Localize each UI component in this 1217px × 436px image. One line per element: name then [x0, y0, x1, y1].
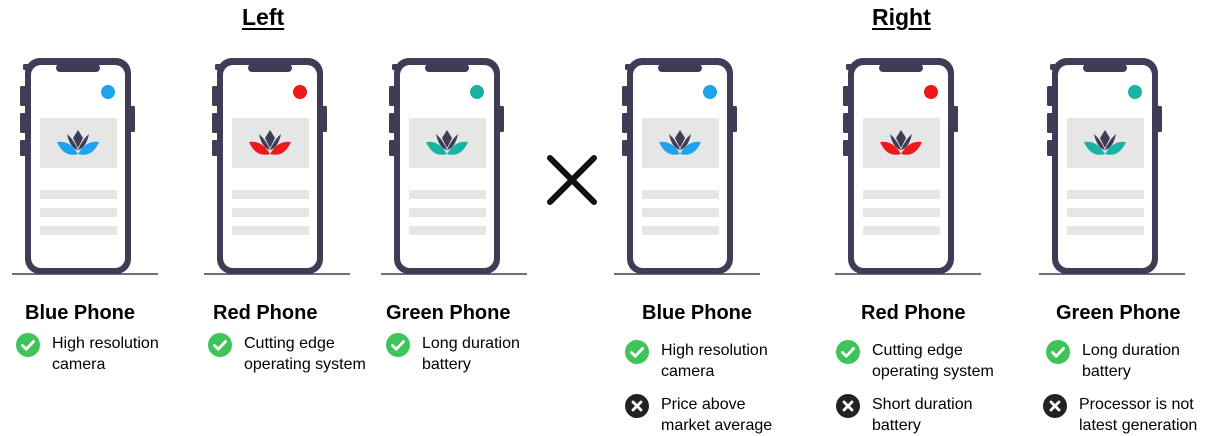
check-circle-icon: [208, 333, 232, 357]
right-blue-pro: High resolution camera: [625, 340, 768, 382]
x-circle-icon: [1043, 394, 1067, 418]
left-section-title: Left: [242, 4, 285, 30]
right-blue-con: Price above market average: [625, 394, 772, 436]
right-red-pro: Cutting edge operating system: [836, 340, 994, 382]
feature-text: High resolution camera: [52, 335, 159, 373]
blue-phone-illustration: [614, 58, 760, 275]
x-mark-icon: [547, 155, 597, 205]
left-green-phone-name: Green Phone: [386, 302, 511, 324]
feature-text: Cutting edge operating system: [872, 342, 994, 380]
right-red-phone-name: Red Phone: [861, 302, 966, 324]
feature-text: Long duration battery: [1082, 342, 1180, 380]
left-red-phone-name: Red Phone: [213, 302, 318, 324]
check-circle-icon: [1046, 340, 1070, 364]
right-red-con: Short duration battery: [836, 394, 973, 436]
left-green-pro: Long duration battery: [386, 333, 520, 375]
feature-text: Cutting edge operating system: [244, 335, 366, 373]
left-blue-pro: High resolution camera: [16, 333, 159, 375]
x-circle-icon: [625, 394, 649, 418]
check-circle-icon: [386, 333, 410, 357]
left-red-pro: Cutting edge operating system: [208, 333, 366, 375]
right-green-con: Processor is not latest generation: [1043, 394, 1197, 436]
x-circle-icon: [836, 394, 860, 418]
green-phone-illustration: [381, 58, 527, 275]
check-circle-icon: [16, 333, 40, 357]
feature-text: Short duration battery: [872, 396, 973, 434]
right-green-phone-name: Green Phone: [1056, 302, 1181, 324]
check-circle-icon: [625, 340, 649, 364]
feature-text: Processor is not latest generation: [1079, 396, 1198, 434]
right-green-pro: Long duration battery: [1046, 340, 1180, 382]
feature-text: High resolution camera: [661, 342, 768, 380]
feature-text: Long duration battery: [422, 335, 520, 373]
red-phone-illustration: [204, 58, 350, 275]
left-blue-phone-name: Blue Phone: [25, 302, 136, 324]
green-phone-illustration: [1039, 58, 1185, 275]
right-blue-phone-name: Blue Phone: [642, 302, 753, 324]
blue-phone-illustration: [12, 58, 158, 275]
check-circle-icon: [836, 340, 860, 364]
red-phone-illustration: [835, 58, 981, 275]
feature-text: Price above market average: [661, 396, 773, 434]
right-section-title: Right: [872, 4, 931, 30]
